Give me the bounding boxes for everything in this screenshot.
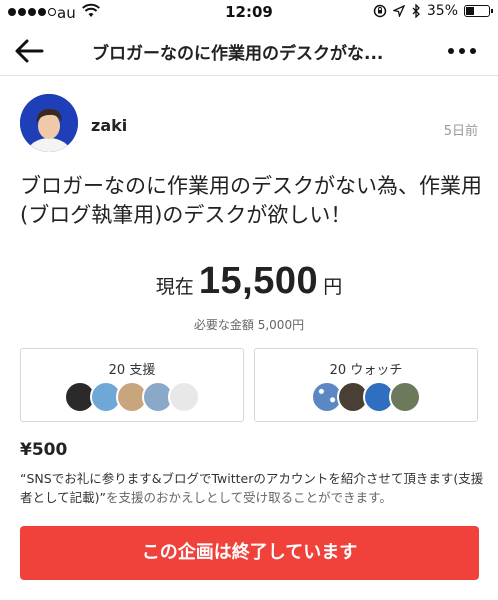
navigation-bar: ブロガーなのに作業用のデスクがな... (0, 26, 498, 76)
supporter-avatars (21, 381, 243, 413)
nav-title: ブロガーなのに作業用のデスクがな... (92, 44, 384, 64)
watcher-avatars (255, 381, 477, 413)
author-avatar[interactable] (20, 94, 78, 152)
supporters-count: 20 支援 (108, 363, 156, 378)
avatar (389, 381, 421, 413)
project-title: ブロガーなのに作業用のデスクがない為、作業用(ブログ執筆用)のデスクが欲しい！ (20, 174, 482, 227)
reward-suffix: を支援のおかえしとして受け取ることができます。 (105, 490, 392, 505)
rotation-lock-icon (373, 4, 387, 18)
battery-fill (466, 7, 474, 15)
reward-price: ¥500 (20, 440, 68, 460)
author-name[interactable]: zaki (91, 116, 127, 135)
watchers-count: 20 ウォッチ (329, 363, 403, 378)
status-bar: au 12:09 35% (0, 0, 498, 26)
current-amount: 15,500 (198, 260, 319, 302)
location-icon (392, 5, 405, 17)
avatar (168, 381, 200, 413)
current-label: 現在 (155, 276, 194, 298)
more-options-icon[interactable] (448, 48, 476, 54)
battery-icon (464, 5, 493, 17)
posted-date: 5日前 (443, 124, 478, 139)
person-icon (20, 94, 78, 152)
back-arrow-icon[interactable] (14, 38, 44, 64)
battery-percent: 35% (426, 3, 458, 19)
project-ended-button[interactable]: この企画は終了しています (20, 526, 479, 580)
supporters-box[interactable]: 20 支援 (20, 348, 244, 422)
watchers-box[interactable]: 20 ウォッチ (254, 348, 478, 422)
currency-unit: 円 (323, 276, 343, 298)
goal-amount: 必要な金額 5,000円 (193, 318, 305, 332)
funding-amount: 現在 15,500 円 (0, 260, 498, 303)
reward-description: “SNSでお礼に参ります&ブログでTwitterのアカウントを紹介させて頂きます… (20, 469, 485, 507)
bluetooth-icon (412, 4, 420, 18)
